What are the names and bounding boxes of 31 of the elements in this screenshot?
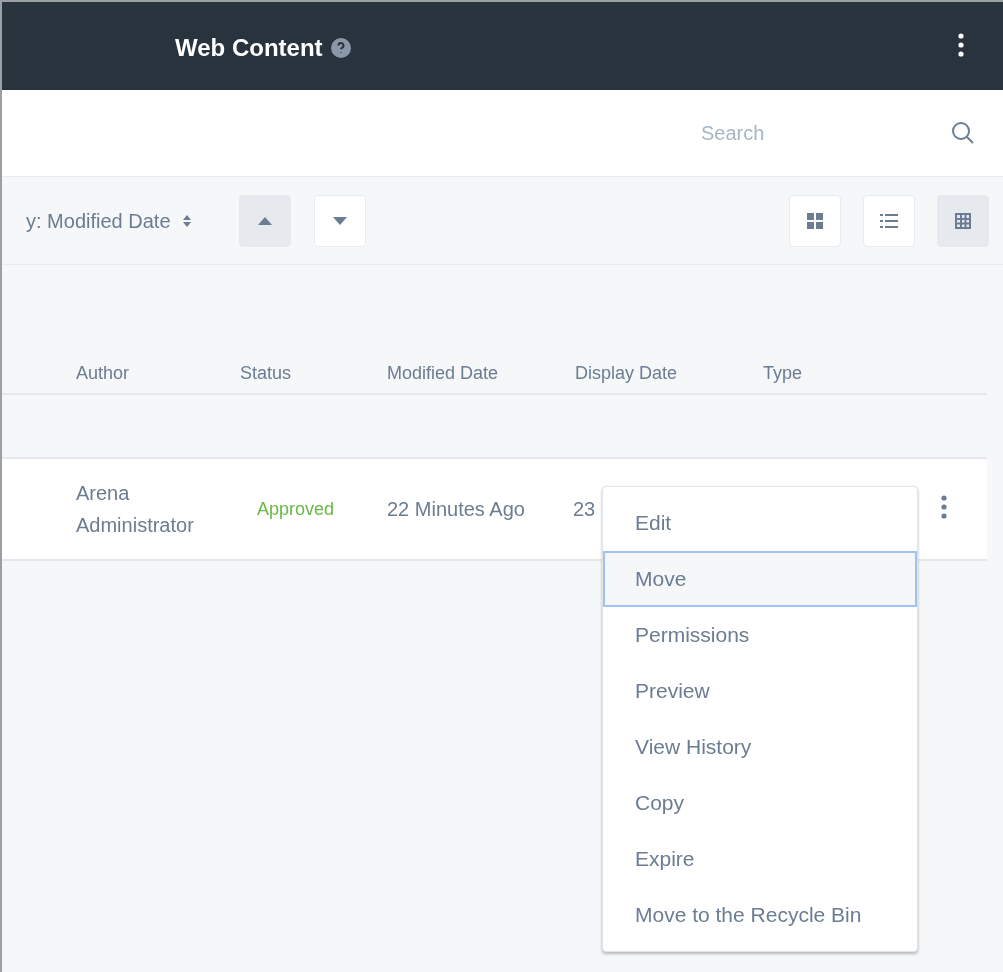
help-icon[interactable]	[330, 38, 351, 58]
sort-dropdown[interactable]: y: Modified Date	[26, 205, 191, 236]
display-date-cell-text: 23	[573, 497, 596, 522]
down-caret-icon	[332, 216, 347, 225]
menu-item[interactable]: Edit	[603, 495, 917, 551]
column-header: Author	[76, 361, 131, 385]
status-label: Approved	[257, 497, 336, 521]
menu-item[interactable]: Expire	[603, 831, 917, 887]
cards-icon	[807, 212, 823, 229]
menu-item[interactable]: Preview	[603, 663, 917, 719]
search-icon[interactable]	[951, 121, 975, 145]
menu-item[interactable]: View History	[603, 719, 917, 775]
modified-date-cell-text: 22 Minutes Ago	[387, 497, 526, 522]
sort-caret-icon	[182, 214, 191, 227]
author-cell-text: Arena Administrator	[76, 481, 195, 538]
kebab-icon[interactable]	[958, 33, 964, 57]
menu-item[interactable]: Move to the Recycle Bin	[603, 887, 917, 943]
menu-item[interactable]: Copy	[603, 775, 917, 831]
view-button[interactable]	[863, 194, 915, 247]
up-caret-icon	[257, 216, 272, 225]
column-header: Modified Date	[387, 361, 500, 385]
menu-item[interactable]: Move	[603, 551, 917, 607]
column-header: Type	[763, 361, 804, 385]
list-icon	[880, 212, 898, 229]
column-header: Status	[240, 361, 293, 385]
view-button[interactable]	[937, 194, 989, 247]
table-icon	[955, 212, 971, 229]
view-button[interactable]	[789, 194, 841, 247]
menu-item[interactable]: Permissions	[603, 607, 917, 663]
page-title: Web Content	[175, 33, 323, 63]
column-header: Display Date	[575, 361, 679, 385]
